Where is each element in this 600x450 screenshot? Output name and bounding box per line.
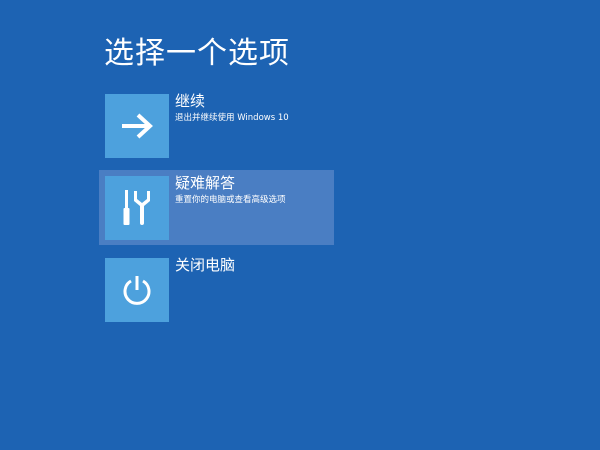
- option-shutdown[interactable]: 关闭电脑: [99, 252, 334, 327]
- power-icon: [123, 276, 151, 305]
- option-subtitle: 退出并继续使用 Windows 10: [175, 113, 289, 123]
- option-label: 继续: [175, 92, 206, 110]
- continue-tile[interactable]: [105, 94, 169, 158]
- shutdown-tile[interactable]: [105, 258, 169, 322]
- option-label: 关闭电脑: [175, 256, 236, 274]
- option-continue[interactable]: 继续 退出并继续使用 Windows 10: [99, 88, 334, 163]
- option-troubleshoot[interactable]: 疑难解答 重置你的电脑或查看高级选项: [99, 170, 334, 245]
- tools-icon: [123, 190, 150, 225]
- page-title: 选择一个选项: [104, 36, 290, 71]
- arrow-right-icon: [122, 113, 153, 139]
- troubleshoot-tile[interactable]: [105, 176, 169, 240]
- option-subtitle: 重置你的电脑或查看高级选项: [175, 195, 286, 205]
- option-label: 疑难解答: [175, 174, 236, 192]
